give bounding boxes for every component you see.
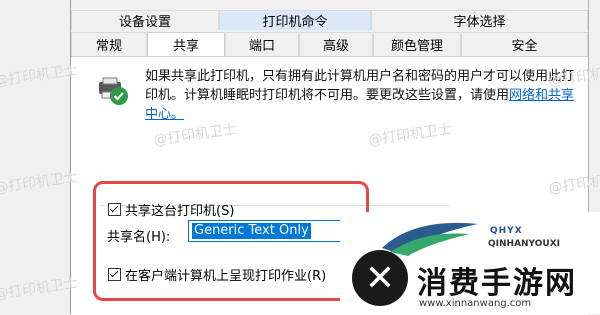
tab-printer-commands[interactable]: 打印机命令 [219,10,371,30]
tab-security[interactable]: 安全 [461,32,588,56]
tab-advanced[interactable]: 高级 [299,32,373,56]
tab-device-settings[interactable]: 设备设置 [71,10,219,30]
tab-ports[interactable]: 端口 [225,32,299,56]
tab-row-top: 设备设置 打印机命令 字体选择 [71,10,588,30]
left-window-frame [0,0,70,314]
tab-sharing[interactable]: 共享 [147,32,225,56]
tab-font-selection[interactable]: 字体选择 [371,10,588,30]
tab-color-management[interactable]: 颜色管理 [373,32,461,56]
highlight-box [93,181,369,301]
brand-abbrev: QHYX [490,226,523,236]
brand-url: www.xinnanwang.com [419,298,532,309]
x-logo-icon: ✕ [364,257,396,299]
sharing-description: 如果共享此打印机，只有拥有此计算机用户名和密码的用户才可以使用此打印机。计算机睡… [145,67,575,124]
shared-printer-icon [99,77,128,105]
tab-general[interactable]: 常规 [71,32,147,56]
brand-title: 消费手游网 [417,266,577,301]
tab-row-bottom: 常规 共享 端口 高级 颜色管理 安全 [71,32,588,56]
brand-subtitle: QINHANYOUXI [488,239,561,249]
